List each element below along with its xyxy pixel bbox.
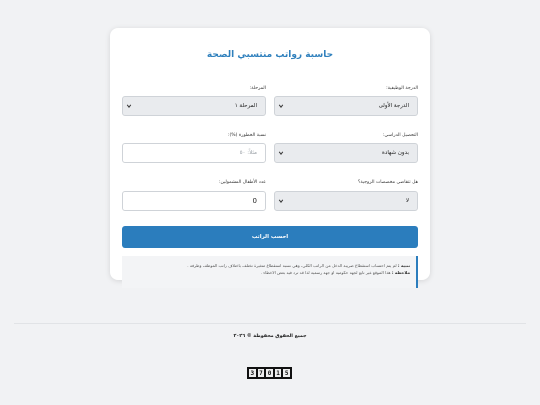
warning-note: تنبيه : لم يتم احتساب استقطاع ضريبة الدخ…	[187, 263, 410, 268]
job-grade-label: الدرجة الوظيفية:	[386, 86, 418, 91]
children-input[interactable]: 0	[122, 191, 266, 211]
page-title: حاسبة رواتب منتسبي الصحة	[206, 50, 334, 60]
education-label: التحصيل الدراسي:	[382, 133, 418, 138]
footer-divider	[14, 323, 526, 324]
marriage-allowance-value: لا	[405, 198, 409, 204]
marriage-allowance-label: هل تتقاضى مخصصات الزوجية؟	[357, 180, 418, 185]
stage-select[interactable]: المرحلة ١	[122, 96, 266, 116]
chevron-down-icon	[278, 151, 284, 155]
counter-digit: 3	[249, 369, 256, 377]
education-select[interactable]: بدون شهادة	[274, 143, 418, 163]
chevron-down-icon	[278, 104, 284, 108]
counter-digit: 0	[266, 369, 273, 377]
job-grade-value: الدرجة الأولى	[378, 103, 409, 109]
chevron-down-icon	[278, 199, 284, 203]
counter-digit: 5	[283, 369, 290, 377]
risk-rate-label: نسبة الخطورة (%):	[227, 133, 266, 138]
counter-digit: 1	[274, 369, 282, 377]
counter-digit: 7	[257, 369, 265, 377]
stage-label: المرحلة:	[249, 86, 266, 91]
job-grade-select[interactable]: الدرجة الأولى	[274, 96, 418, 116]
education-value: بدون شهادة	[381, 150, 409, 156]
stage-value: المرحلة ١	[234, 103, 257, 109]
footer-copyright: جميع الحقوق محفوظة © ٢٠٢٦	[233, 334, 307, 339]
children-value: 0	[252, 197, 257, 205]
calculate-salary-button[interactable]: احسب الراتب	[122, 226, 418, 248]
marriage-allowance-select[interactable]: لا	[274, 191, 418, 211]
children-label: عدد الأطفال المشمولين:	[218, 180, 266, 185]
risk-rate-placeholder: مثلاً: ٥٠	[239, 150, 257, 156]
risk-rate-input[interactable]: مثلاً: ٥٠	[122, 143, 266, 163]
notes-box: تنبيه : لم يتم احتساب استقطاع ضريبة الدخ…	[122, 256, 418, 288]
salary-calculator-card: حاسبة رواتب منتسبي الصحة الدرجة الوظيفية…	[110, 28, 430, 288]
disclaimer-note: ملاحظة : هذا الموقع غير تابع لجهة حكومية…	[260, 270, 410, 275]
visitor-counter: 3 7 0 1 5	[247, 367, 292, 379]
chevron-down-icon	[126, 104, 132, 108]
